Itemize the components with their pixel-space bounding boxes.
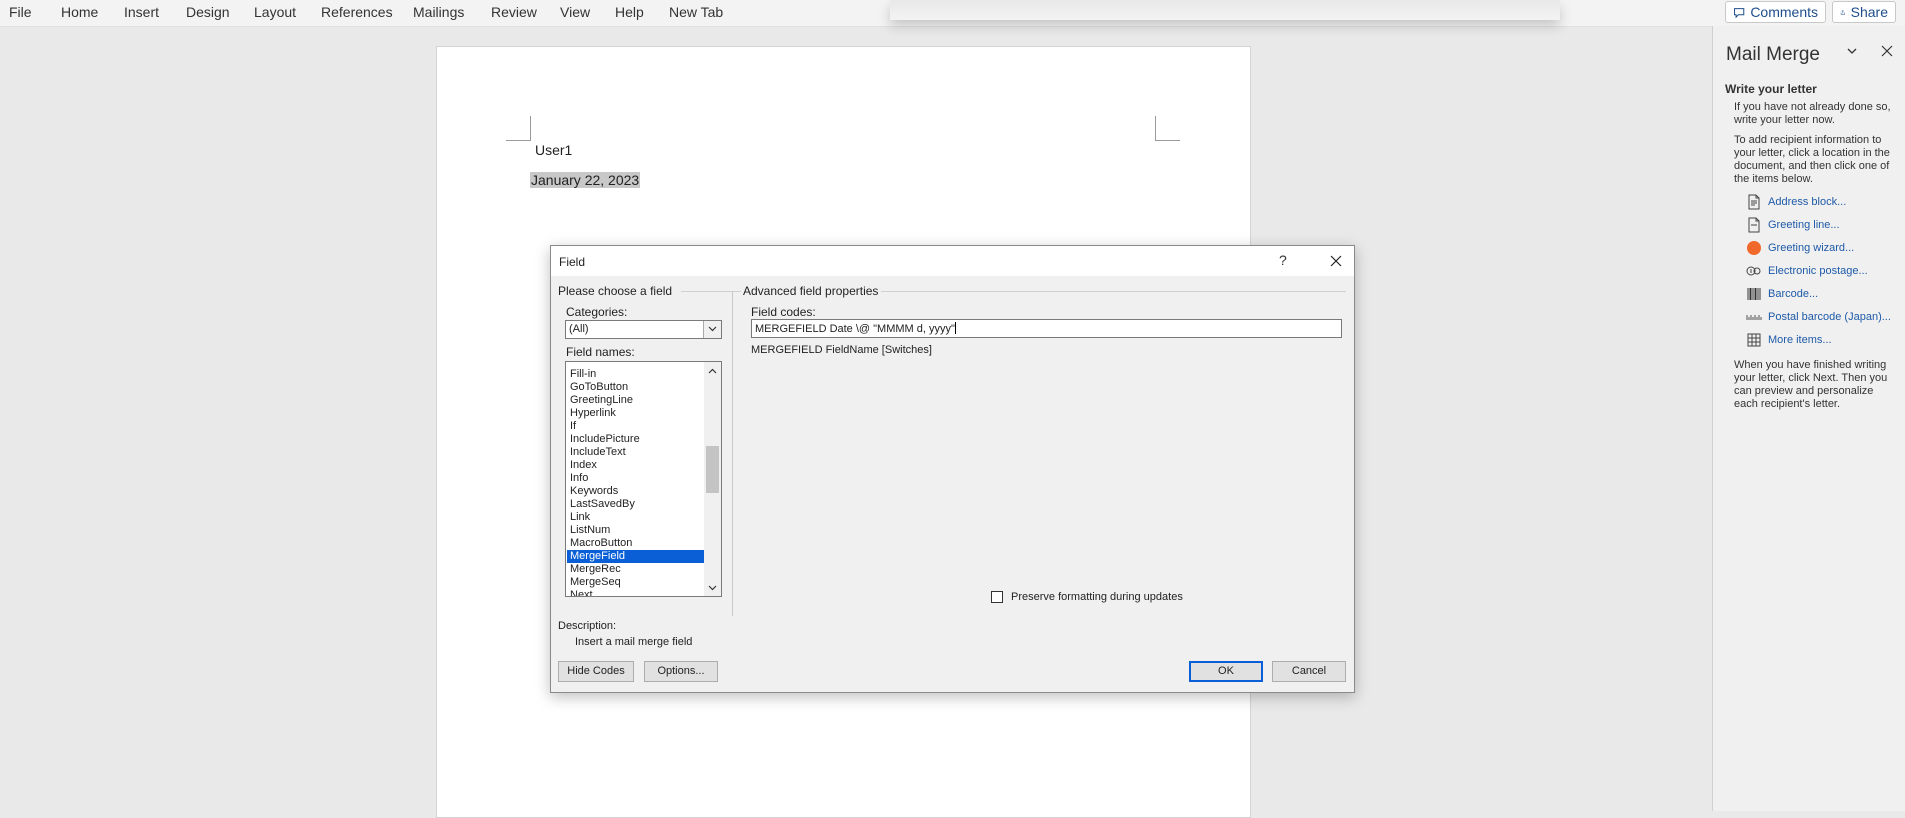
field-name-item[interactable]: Link: [567, 511, 704, 524]
tab-new-tab[interactable]: New Tab: [669, 4, 723, 20]
field-names-label: Field names:: [566, 345, 635, 359]
field-name-item[interactable]: GoToButton: [567, 381, 704, 394]
tab-home[interactable]: Home: [61, 4, 98, 20]
advanced-properties-group-label: Advanced field properties: [743, 284, 879, 298]
group-divider: [881, 291, 1346, 292]
description-label: Description:: [558, 620, 617, 632]
field-name-item[interactable]: IncludePicture: [567, 433, 704, 446]
options-button[interactable]: Options...: [644, 661, 718, 682]
tab-help[interactable]: Help: [615, 4, 644, 20]
field-name-item[interactable]: LastSavedBy: [567, 498, 704, 511]
greeting-wizard-icon: [1747, 241, 1761, 255]
dialog-title: Field: [559, 255, 586, 269]
postal-barcode-icon: [1746, 315, 1762, 320]
field-dialog: Field ? Please choose a field Categories…: [550, 245, 1355, 693]
preserve-formatting-checkbox[interactable]: [991, 591, 1003, 603]
margin-marker-top-left: [506, 116, 531, 141]
field-codes-input[interactable]: MERGEFIELD Date \@ "MMMM d, yyyy": [751, 319, 1342, 338]
comments-label: Comments: [1750, 4, 1818, 20]
scroll-thumb[interactable]: [706, 446, 719, 493]
field-name-item[interactable]: ListNum: [567, 524, 704, 537]
field-name-item[interactable]: Hyperlink: [567, 407, 704, 420]
ok-button[interactable]: OK: [1189, 661, 1263, 682]
pane-item-greeting-line[interactable]: Greeting line...: [1768, 219, 1840, 231]
mail-merge-pane: Mail Merge Write your letter If you have…: [1712, 26, 1905, 811]
margin-marker-top-right: [1155, 116, 1180, 141]
tab-mailings[interactable]: Mailings: [413, 4, 464, 20]
tab-references[interactable]: References: [321, 4, 393, 20]
close-icon[interactable]: [1881, 45, 1893, 57]
document-line-recipient[interactable]: User1: [535, 142, 572, 158]
pane-item-barcode[interactable]: Barcode...: [1768, 288, 1818, 300]
field-codes-label: Field codes:: [751, 305, 816, 319]
pane-intro-1: If you have not already done so, write y…: [1734, 101, 1891, 126]
tab-design[interactable]: Design: [186, 4, 230, 20]
field-name-item[interactable]: MacroButton: [567, 537, 704, 550]
pane-item-electronic-postage[interactable]: Electronic postage...: [1768, 265, 1868, 277]
comment-icon: [1734, 7, 1745, 18]
field-name-item[interactable]: If: [567, 420, 704, 433]
field-syntax-hint: MERGEFIELD FieldName [Switches]: [751, 344, 932, 356]
address-block-icon: [1748, 194, 1760, 210]
chevron-up-icon: [708, 368, 717, 374]
scroll-up-button[interactable]: [704, 362, 721, 379]
electronic-postage-icon: [1746, 266, 1761, 276]
chevron-down-icon[interactable]: [1845, 44, 1859, 58]
categories-label: Categories:: [566, 305, 628, 319]
tab-file[interactable]: File: [9, 4, 32, 20]
chevron-down-icon: [708, 585, 717, 591]
hide-codes-button[interactable]: Hide Codes: [558, 661, 634, 682]
tab-review[interactable]: Review: [491, 4, 537, 20]
categories-dropdown[interactable]: (All): [565, 320, 722, 339]
pane-title: Mail Merge: [1726, 44, 1820, 65]
tab-insert[interactable]: Insert: [124, 4, 159, 20]
description-text: Insert a mail merge field: [575, 636, 693, 648]
choose-field-group-label: Please choose a field: [558, 284, 673, 298]
field-name-item[interactable]: IncludeText: [567, 446, 704, 459]
field-name-item[interactable]: Next: [567, 589, 704, 596]
field-name-item[interactable]: Index: [567, 459, 704, 472]
pane-item-address-block[interactable]: Address block...: [1768, 196, 1846, 208]
greeting-line-icon: [1748, 217, 1760, 233]
field-codes-value: MERGEFIELD Date \@ "MMMM d, yyyy": [755, 323, 955, 335]
tab-view[interactable]: View: [560, 4, 590, 20]
share-button[interactable]: Share: [1832, 1, 1896, 23]
ribbon-tab-bar: File Home Insert Design Layout Reference…: [0, 0, 1905, 27]
document-line-date[interactable]: January 22, 2023: [530, 172, 641, 188]
field-names-scrollbar[interactable]: [704, 362, 721, 596]
field-name-item[interactable]: GreetingLine: [567, 394, 704, 407]
categories-value: (All): [569, 323, 589, 335]
share-label: Share: [1850, 4, 1888, 20]
close-icon[interactable]: [1329, 254, 1343, 268]
pane-heading: Write your letter: [1725, 82, 1817, 96]
pane-item-more-items[interactable]: More items...: [1768, 334, 1832, 346]
preserve-formatting-label[interactable]: Preserve formatting during updates: [1011, 591, 1183, 603]
more-items-icon: [1747, 333, 1761, 347]
pane-item-postal-barcode[interactable]: Postal barcode (Japan)...: [1768, 311, 1891, 323]
field-name-item[interactable]: MergeSeq: [567, 576, 704, 589]
help-button[interactable]: ?: [1279, 252, 1287, 268]
ribbon-shadow: [890, 0, 1560, 20]
scroll-down-button[interactable]: [704, 579, 721, 596]
dialog-titlebar: Field ?: [551, 246, 1354, 276]
pane-item-greeting-wizard[interactable]: Greeting wizard...: [1768, 242, 1854, 254]
field-name-item[interactable]: Fill-in: [567, 368, 704, 381]
chevron-down-icon: [708, 326, 717, 332]
group-separator: [732, 291, 733, 616]
field-names-list[interactable]: Fill-in GoToButton GreetingLine Hyperlink If…: [565, 361, 722, 597]
tab-layout[interactable]: Layout: [254, 4, 296, 20]
barcode-icon: [1747, 288, 1761, 300]
pane-outro: When you have finished writing your lett…: [1734, 359, 1888, 410]
comments-button[interactable]: Comments: [1725, 1, 1826, 23]
categories-dropdown-arrow[interactable]: [703, 321, 721, 338]
field-name-item[interactable]: MergeField: [567, 550, 704, 563]
field-name-item[interactable]: Info: [567, 472, 704, 485]
field-name-item[interactable]: Keywords: [567, 485, 704, 498]
share-icon: [1840, 9, 1845, 15]
pane-intro-2: To add recipient information to your let…: [1734, 134, 1890, 185]
cancel-button[interactable]: Cancel: [1272, 661, 1346, 682]
field-name-item[interactable]: MergeRec: [567, 563, 704, 576]
text-caret: [954, 322, 956, 334]
